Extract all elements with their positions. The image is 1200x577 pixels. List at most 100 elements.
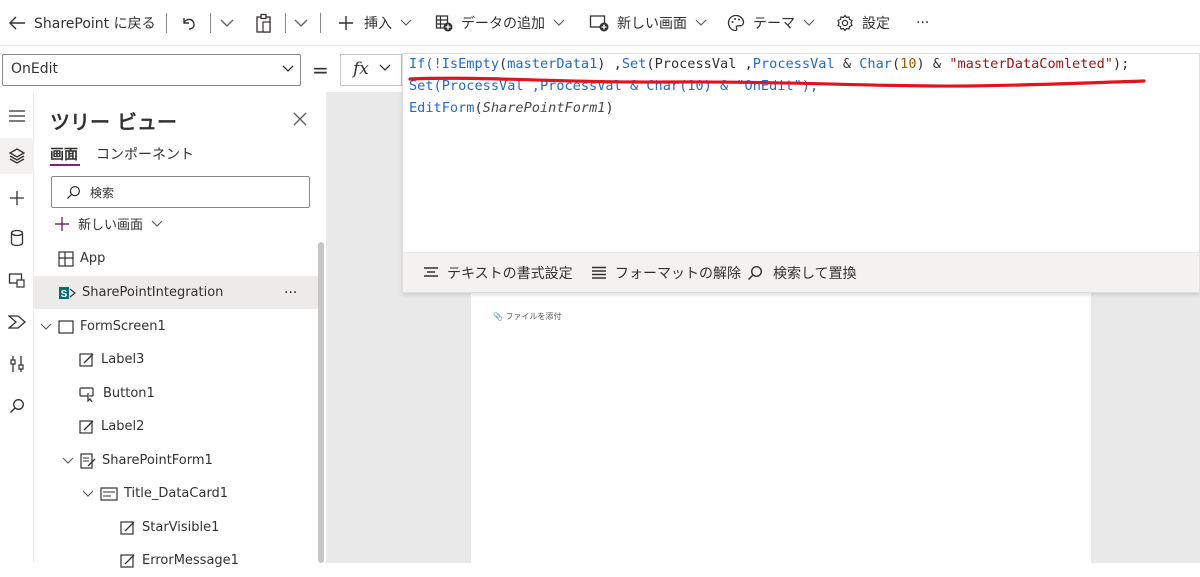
insert-button[interactable]: 挿入 [338,0,412,46]
hamburger-menu-button[interactable] [0,98,34,134]
new-screen-label: 新しい画面 [617,16,687,32]
theme-label: テーマ [753,16,795,32]
format-text-button[interactable]: テキストの書式設定 [423,253,573,293]
code-token: Set [621,56,647,72]
paste-button[interactable] [255,0,273,46]
paste-dropdown-button[interactable] [294,0,308,46]
formula-line-1: If(!IsEmpty(masterData1) ,Set(ProcessVal… [409,56,1129,72]
tree-node-label: Button1 [103,386,155,401]
chevron-down-icon [803,19,815,26]
divider [166,13,167,33]
back-arrow-icon [9,16,25,30]
new-screen-tree-button[interactable]: 新しい画面 [54,214,163,233]
chevron-down-icon [151,220,163,227]
more-label: ··· [916,15,930,31]
tree-node-label: SharePointIntegration [82,285,224,300]
chevron-down-icon [294,19,308,27]
power-automate-rail-button[interactable] [0,304,34,340]
search-icon [66,185,81,200]
find-replace-button[interactable]: 検索して置換 [747,253,857,293]
add-data-button[interactable]: データの追加 [435,0,565,46]
undo-button[interactable] [180,0,198,46]
tree-search-input[interactable]: 検索 [51,176,310,208]
divider [320,13,321,33]
gear-icon [837,14,853,32]
chevron-down-icon[interactable] [82,490,94,498]
palette-icon [727,14,745,32]
plus-icon [55,216,69,231]
tree-node-sharepointform1[interactable]: SharePointForm1 [34,444,319,477]
new-screen-tree-label: 新しい画面 [78,218,144,233]
more-options-button[interactable]: ··· [284,285,297,301]
hamburger-icon [9,110,25,122]
settings-label: 設定 [862,16,890,32]
more-commands-button[interactable]: ··· [916,0,929,46]
formula-editor[interactable]: If(!IsEmpty(masterData1) ,Set(ProcessVal… [402,53,1200,293]
equals-sign: = [312,58,329,82]
label-icon [79,352,94,367]
advanced-tools-rail-button[interactable] [0,346,34,382]
code-token: "masterDataComleted" [949,56,1113,72]
remove-format-button[interactable]: フォーマットの解除 [591,253,741,293]
tree-scrollbar[interactable] [318,242,324,563]
chevron-down-icon[interactable] [40,323,52,331]
code-token: EditForm [409,100,475,116]
back-to-sharepoint-button[interactable]: SharePoint に戻る [8,0,156,46]
settings-button[interactable]: 設定 [836,0,890,46]
clipboard-icon [256,13,271,33]
chevron-down-icon [400,19,412,26]
undo-dropdown-button[interactable] [220,0,234,46]
tree-node-app[interactable]: App [34,242,319,275]
code-token: SharePointForm1 [482,100,606,116]
tree-node-label: StarVisible1 [142,520,220,535]
tree-node-errormessage1[interactable]: ErrorMessage1 [34,544,319,577]
close-icon [293,112,307,126]
data-rail-button[interactable] [0,220,34,256]
new-screen-icon [589,15,609,32]
tab-screens[interactable]: 画面 [50,144,78,164]
command-bar: SharePoint に戻る 挿入 データの追加 新しい画面 テーマ 設定 ··… [0,0,1200,46]
label-icon [79,419,94,434]
insert-label: 挿入 [364,16,392,32]
divider [285,13,286,33]
tree-node-button1[interactable]: Button1 [34,377,319,410]
chevron-down-icon [379,60,391,81]
code-token: ); [1112,56,1130,72]
code-token: ) [605,100,614,116]
tree-node-starvisible1[interactable]: StarVisible1 [34,511,319,544]
close-button[interactable] [292,108,308,132]
tab-components[interactable]: コンポーネント [96,144,194,164]
datacard-icon [100,486,118,501]
screen-icon [58,319,74,334]
search-icon [10,399,24,413]
code-token: & [834,56,860,72]
tree-node-sharepointintegration[interactable]: S SharePointIntegration ··· [34,276,319,309]
fx-button[interactable]: fx [340,54,402,86]
tree-node-title-datacard1[interactable]: Title_DataCard1 [34,477,319,510]
media-rail-button[interactable] [0,262,34,298]
tree-node-label: Label3 [101,352,145,367]
new-screen-button[interactable]: 新しい画面 [589,0,707,46]
theme-button[interactable]: テーマ [727,0,815,46]
tree-node-label3[interactable]: Label3 [34,343,319,376]
remove-format-icon [592,266,606,279]
attach-file-label: 📎 ファイルを添付 [493,311,562,322]
chevron-down-icon [695,19,707,26]
tree-view-button[interactable] [0,138,34,174]
chevron-down-icon[interactable] [62,457,74,465]
search-icon [747,265,763,281]
undo-icon [183,18,195,30]
fx-label: fx [353,59,369,79]
insert-rail-button[interactable] [0,180,34,216]
tree-node-formscreen1[interactable]: FormScreen1 [34,310,319,343]
chevron-down-icon [553,19,565,26]
database-icon [10,229,24,247]
property-dropdown[interactable]: OnEdit [2,54,301,86]
search-placeholder: 検索 [90,186,115,200]
add-data-label: データの追加 [461,16,545,32]
tree-node-label2[interactable]: Label2 [34,410,319,443]
divider [210,13,211,33]
code-token: (ProcessVal , [646,56,753,72]
app-screen-preview[interactable]: 📎 ファイルを添付 [471,292,1091,563]
search-rail-button[interactable] [0,388,34,424]
